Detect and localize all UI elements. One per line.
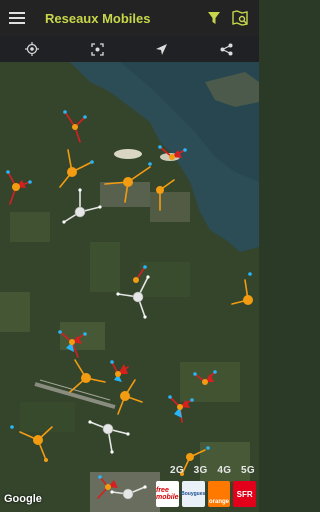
filter-icon bbox=[208, 12, 220, 24]
app-title: Reseaux Mobiles bbox=[45, 10, 151, 26]
menu-button[interactable] bbox=[0, 0, 34, 36]
navigation-button[interactable] bbox=[130, 36, 195, 62]
google-attribution: Google bbox=[4, 493, 42, 505]
map-canvas[interactable] bbox=[0, 62, 259, 512]
operator-orange-button[interactable]: orange bbox=[207, 481, 231, 507]
tech-3g-label[interactable]: 3G bbox=[194, 465, 208, 479]
my-location-button[interactable] bbox=[0, 36, 65, 62]
navigation-arrow-icon bbox=[156, 43, 168, 55]
operator-toggles: free mobile Bouygues orange SFR bbox=[156, 481, 257, 507]
fit-view-icon bbox=[90, 42, 104, 56]
hamburger-menu-icon bbox=[9, 12, 25, 24]
fit-view-button[interactable] bbox=[65, 36, 130, 62]
map-search-button[interactable] bbox=[227, 0, 253, 36]
satellite-map[interactable] bbox=[0, 62, 259, 512]
operator-bouygues-button[interactable]: Bouygues bbox=[181, 481, 205, 507]
tech-legend: 2G 3G 4G 5G bbox=[170, 465, 255, 479]
tech-4g-label[interactable]: 4G bbox=[217, 465, 231, 479]
my-location-icon bbox=[25, 42, 40, 56]
map-search-icon bbox=[232, 10, 248, 26]
operator-sfr-button[interactable]: SFR bbox=[233, 481, 257, 507]
app-bar: Reseaux Mobiles bbox=[0, 0, 259, 36]
tech-2g-label[interactable]: 2G bbox=[170, 465, 184, 479]
operator-free-button[interactable]: free mobile bbox=[156, 481, 179, 507]
share-icon bbox=[220, 43, 233, 55]
map-toolbar bbox=[0, 36, 259, 62]
filter-button[interactable] bbox=[201, 0, 227, 36]
share-button[interactable] bbox=[194, 36, 259, 62]
tech-5g-label[interactable]: 5G bbox=[241, 465, 255, 479]
